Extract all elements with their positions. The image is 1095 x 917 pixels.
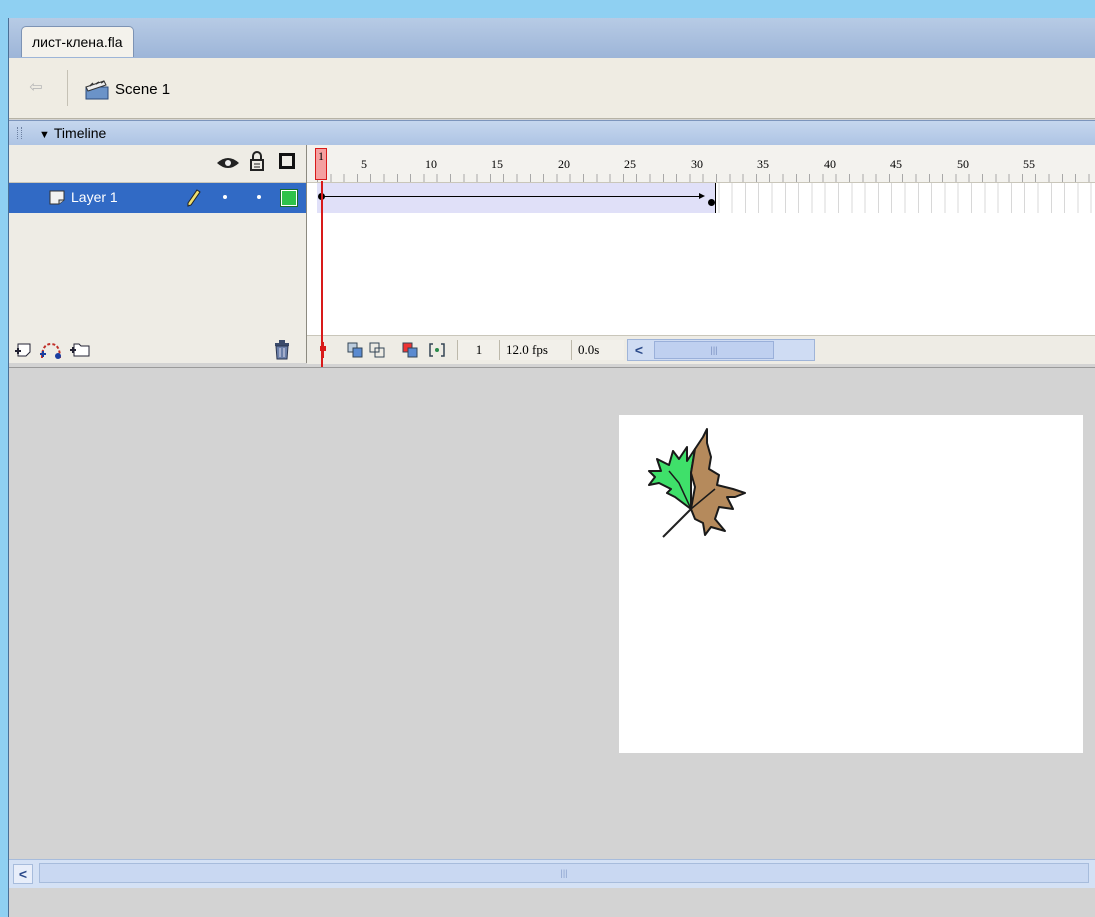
ruler-number: 50 (957, 157, 969, 171)
layer-page-icon (49, 190, 65, 205)
ruler-number: 15 (491, 157, 503, 171)
timeline-header[interactable]: ▼ Timeline (9, 120, 1095, 146)
layer-frames[interactable] (307, 183, 1095, 213)
ruler-number: 45 (890, 157, 902, 171)
ruler-number: 30 (691, 157, 703, 171)
timeline-body: Layer 1 1 5 10 15 20 25 30 35 40 45 50 5… (9, 145, 1095, 369)
scroll-left-icon[interactable]: < (13, 864, 33, 884)
empty-frame-area[interactable] (307, 213, 1095, 335)
ruler-number: 20 (558, 157, 570, 171)
document-tab[interactable]: лист-клена.fla (21, 26, 134, 57)
edit-multiple-frames-icon[interactable] (402, 342, 418, 358)
scroll-thumb[interactable]: ||| (654, 341, 774, 359)
ruler-number: 55 (1023, 157, 1035, 171)
layer-name[interactable]: Layer 1 (71, 189, 118, 205)
frame-rate[interactable]: 12.0 fps (499, 340, 572, 360)
layer-panel: Layer 1 (9, 145, 307, 363)
insert-layer-icon[interactable] (14, 341, 34, 359)
back-arrow-icon[interactable]: ⇦ (25, 78, 47, 98)
timeline-status-bar: 1 12.0 fps 0.0s < ||| (307, 335, 1095, 364)
elapsed-time: 0.0s (571, 340, 624, 360)
background-strip (0, 0, 1095, 18)
document-tab-bar: лист-клена.fla (9, 18, 1095, 58)
timeline-scrollbar[interactable]: < ||| (627, 339, 815, 361)
modify-onion-markers-icon[interactable] (429, 342, 445, 358)
visibility-dot[interactable] (223, 195, 227, 199)
motion-tween-span[interactable] (317, 183, 716, 213)
collapse-triangle-icon: ▼ (39, 129, 50, 141)
ruler-number: 10 (425, 157, 437, 171)
layer-column-header (9, 145, 306, 183)
timeline-title-text: Timeline (53, 125, 107, 141)
trash-icon[interactable] (274, 340, 290, 360)
onion-skin-outlines-icon[interactable] (369, 342, 385, 358)
pencil-icon (187, 189, 201, 207)
ruler-number: 25 (624, 157, 636, 171)
stage[interactable] (619, 415, 1083, 753)
current-frame: 1 (457, 340, 500, 360)
flash-window: лист-клена.fla ⇦ Scene 1 ▼ Timeline Laye… (8, 18, 1095, 917)
lock-dot[interactable] (257, 195, 261, 199)
workspace[interactable]: < ||| (9, 367, 1095, 888)
ruler-number: 5 (361, 157, 367, 171)
eye-icon[interactable] (216, 154, 240, 172)
onion-skin-icon[interactable] (347, 342, 363, 358)
timeline-title[interactable]: ▼ Timeline (39, 125, 106, 141)
center-frame-icon[interactable] (315, 342, 331, 358)
maple-leaf-graphic[interactable] (633, 427, 751, 541)
playhead-line (321, 181, 323, 369)
lock-icon[interactable] (249, 150, 265, 172)
separator (67, 70, 68, 106)
layer-row[interactable]: Layer 1 (9, 183, 306, 213)
frame-ruler[interactable]: 1 5 10 15 20 25 30 35 40 45 50 55 (307, 145, 1095, 183)
scene-clapper-icon (85, 80, 109, 100)
layer-tools (9, 335, 306, 363)
layer-outline-color[interactable] (280, 189, 298, 207)
playhead-handle[interactable]: 1 (315, 148, 327, 180)
ruler-ticks (317, 174, 1095, 182)
ruler-number: 40 (824, 157, 836, 171)
scene-label[interactable]: Scene 1 (115, 81, 170, 98)
workspace-scrollbar[interactable]: < ||| (9, 859, 1095, 888)
panel-grip-icon[interactable] (17, 127, 22, 139)
scroll-left-icon[interactable]: < (630, 341, 648, 359)
ruler-number: 35 (757, 157, 769, 171)
add-motion-guide-icon[interactable] (39, 340, 63, 360)
insert-folder-icon[interactable] (69, 340, 91, 358)
tween-arrow (323, 193, 705, 199)
scroll-thumb[interactable]: ||| (39, 863, 1089, 883)
edit-bar: ⇦ Scene 1 (9, 58, 1095, 119)
end-keyframe[interactable] (708, 199, 715, 206)
outline-icon[interactable] (279, 153, 295, 169)
